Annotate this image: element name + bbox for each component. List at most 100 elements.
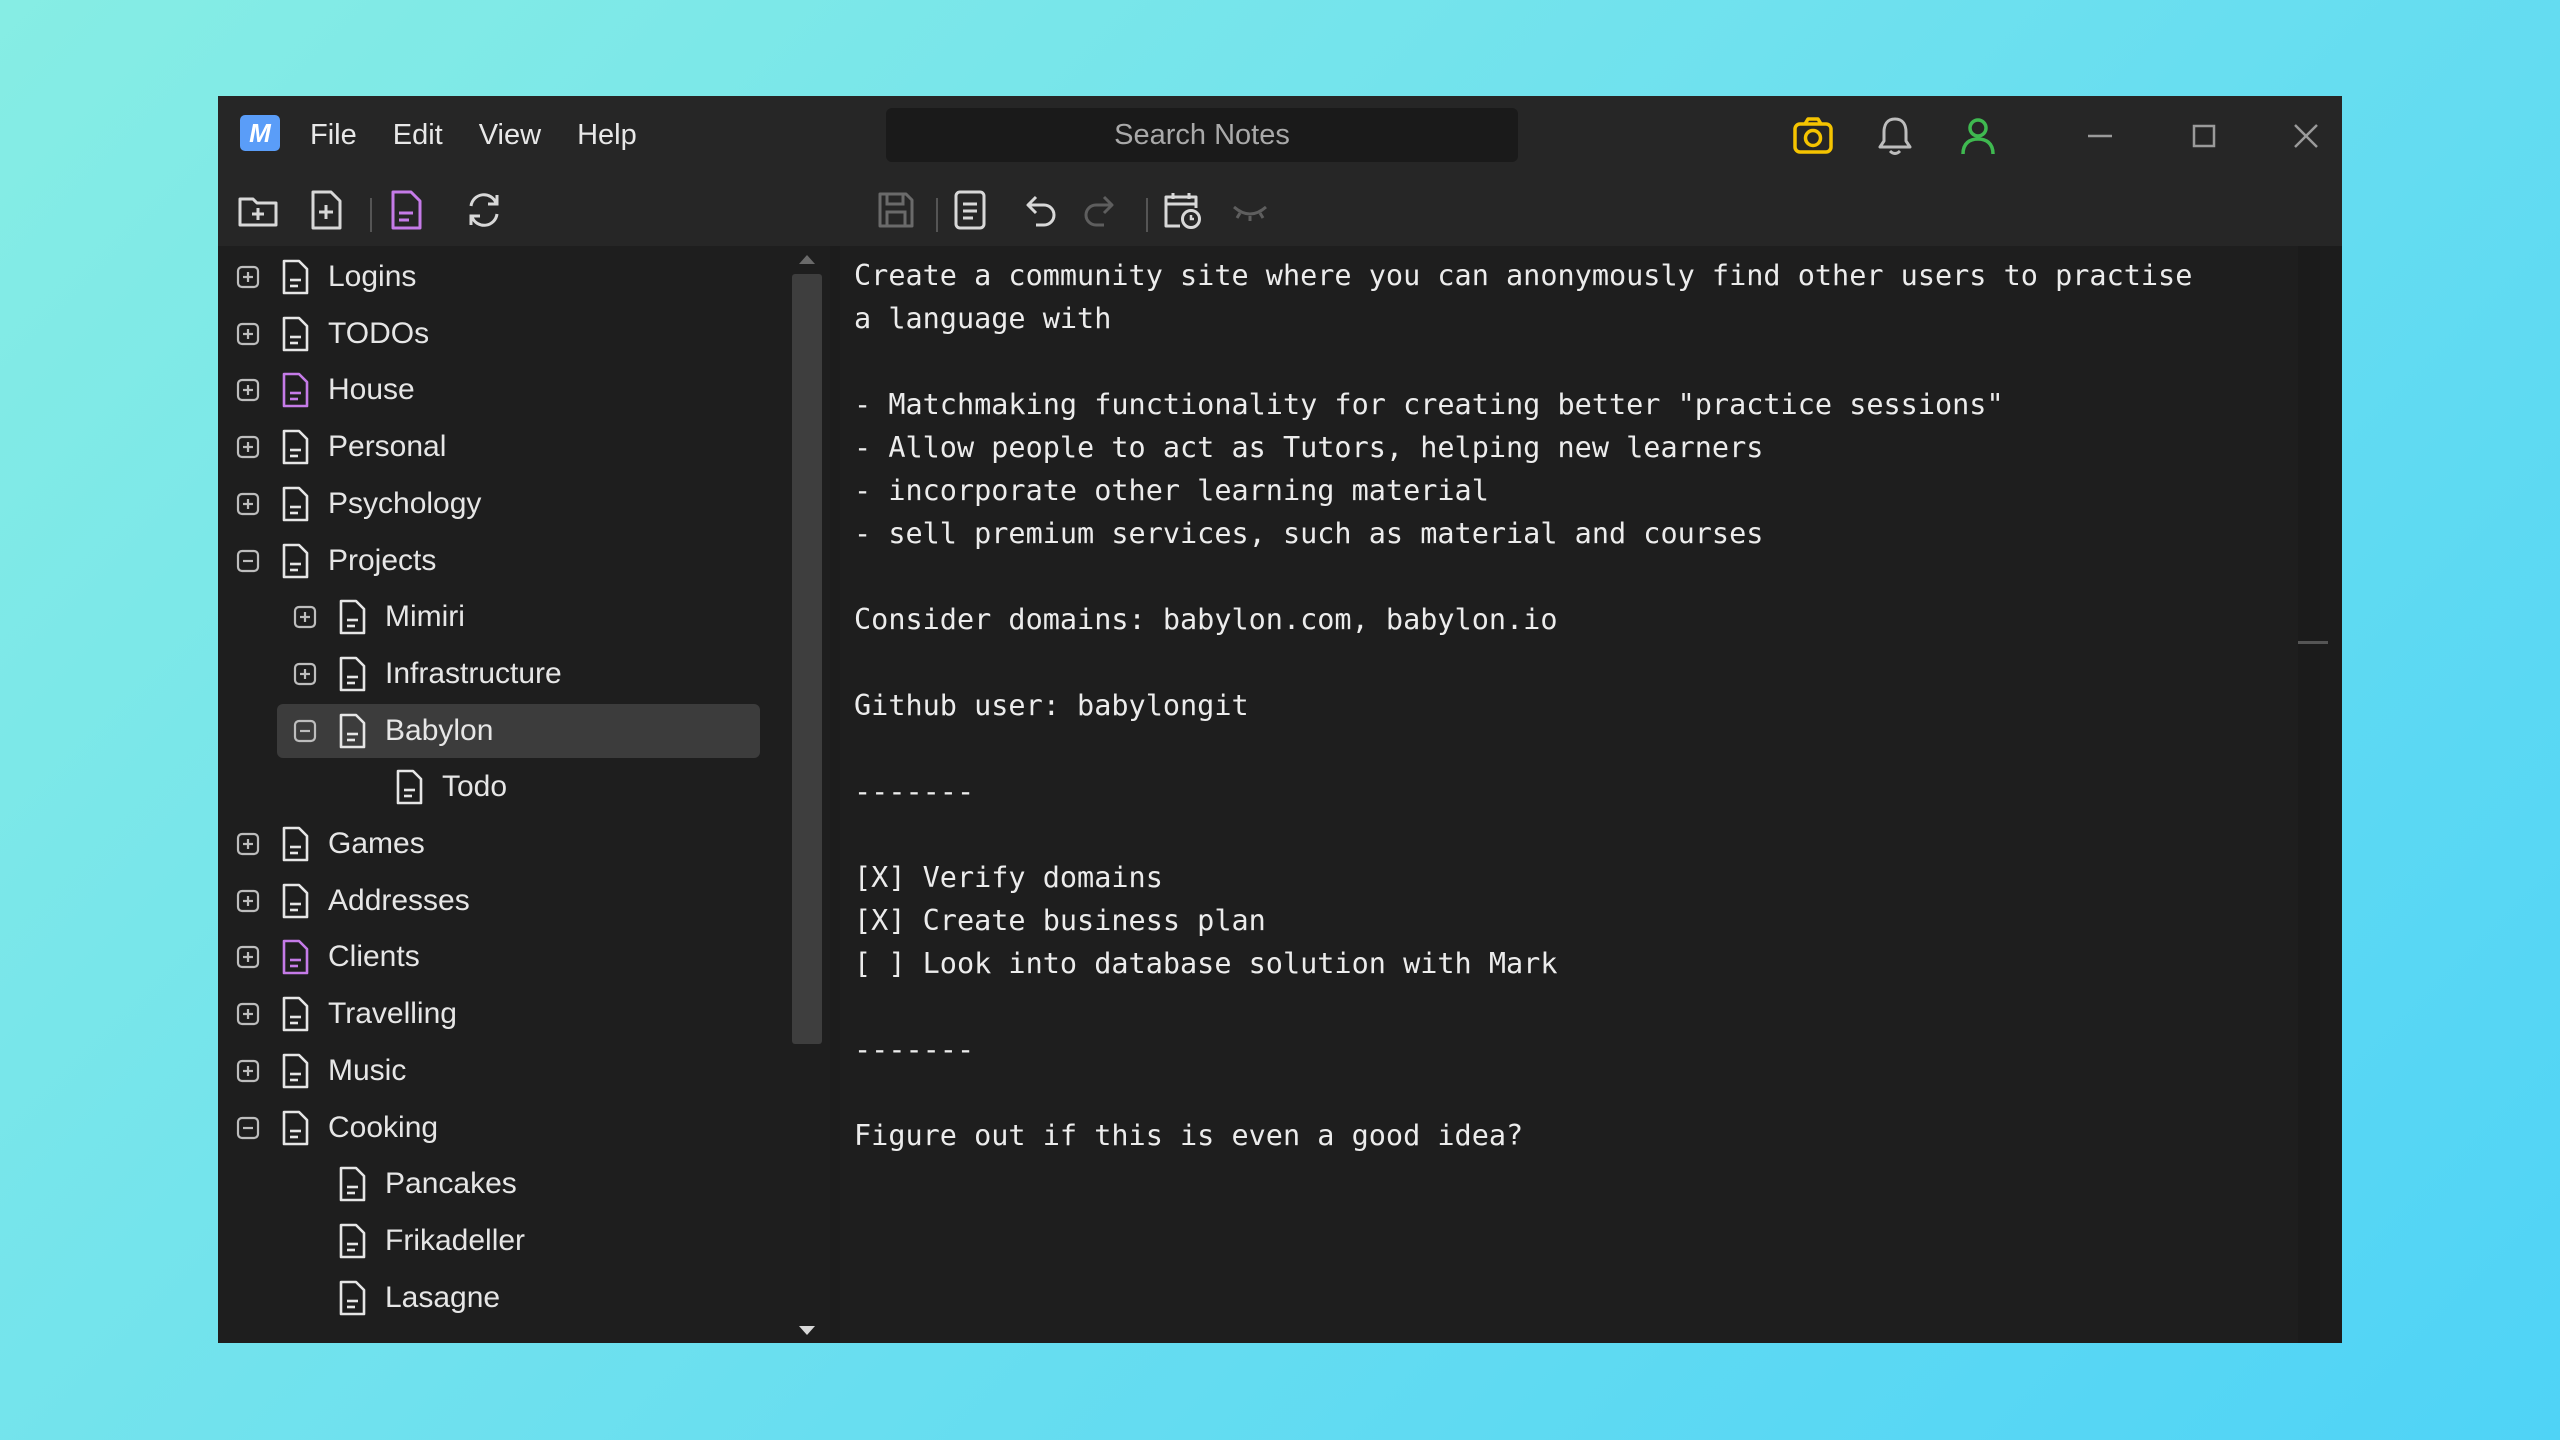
collapse-icon[interactable] xyxy=(236,1116,260,1140)
search-notes-input[interactable]: Search Notes xyxy=(886,108,1518,162)
scroll-down-icon[interactable] xyxy=(797,1324,817,1338)
tree-item-label: Lasagne xyxy=(385,1280,501,1314)
document-icon[interactable] xyxy=(948,188,992,232)
note-icon xyxy=(282,429,309,465)
menu-file[interactable]: File xyxy=(310,119,357,152)
note-icon xyxy=(282,373,309,408)
menu-help[interactable]: Help xyxy=(577,119,637,152)
menu-view[interactable]: View xyxy=(479,119,541,152)
calendar-clock-icon[interactable] xyxy=(1160,188,1204,232)
tree-item-todos[interactable]: TODOs xyxy=(236,307,429,361)
note-icon[interactable] xyxy=(384,188,428,232)
sync-icon[interactable] xyxy=(462,188,506,232)
tree-item-mimiri[interactable]: Mimiri xyxy=(293,590,465,644)
eye-closed-icon[interactable] xyxy=(1228,188,1272,232)
tree-item-lasagne[interactable]: Lasagne xyxy=(293,1271,500,1325)
redo-icon[interactable] xyxy=(1080,188,1124,232)
tree-item-label: Travelling xyxy=(328,997,457,1031)
tree-item-label: Addresses xyxy=(328,883,470,917)
note-icon xyxy=(282,1053,309,1089)
expand-icon[interactable] xyxy=(236,322,260,346)
tree-item-label: Babylon xyxy=(385,713,494,747)
note-icon xyxy=(282,486,309,522)
minimize-icon[interactable] xyxy=(2080,116,2120,156)
expand-icon[interactable] xyxy=(236,492,260,516)
expand-icon[interactable] xyxy=(236,1002,260,1026)
tree-item-logins[interactable]: Logins xyxy=(236,250,416,304)
scroll-up-icon[interactable] xyxy=(797,252,817,266)
expand-icon[interactable] xyxy=(236,378,260,402)
tree-item-games[interactable]: Games xyxy=(236,817,425,871)
tree-item-label: Music xyxy=(328,1053,407,1087)
tree-item-label: Logins xyxy=(328,260,417,293)
note-icon xyxy=(282,940,309,975)
note-icon xyxy=(282,1110,309,1145)
new-folder-icon[interactable] xyxy=(236,188,280,232)
note-icon xyxy=(282,543,309,578)
tree-item-travelling[interactable]: Travelling xyxy=(236,987,457,1041)
collapse-icon[interactable] xyxy=(293,719,317,743)
menu-bar: File Edit View Help xyxy=(310,96,673,174)
tree-item-label: Projects xyxy=(328,543,437,577)
tree-scroll-thumb[interactable] xyxy=(792,274,822,1044)
tree-item-addresses[interactable]: Addresses xyxy=(236,874,470,928)
save-icon[interactable] xyxy=(874,188,918,232)
notes-tree: Logins TODOs House Personal Psychology Projec… xyxy=(218,246,784,1343)
note-icon xyxy=(282,996,309,1032)
toolbar xyxy=(218,174,2342,246)
tree-item-label: Psychology xyxy=(328,486,482,520)
tree-item-house[interactable]: House xyxy=(236,363,415,417)
expand-icon[interactable] xyxy=(236,945,260,969)
toolbar-separator xyxy=(1146,198,1148,232)
tree-item-frikadeller[interactable]: Frikadeller xyxy=(293,1214,525,1268)
tree-item-infrastructure[interactable]: Infrastructure xyxy=(293,647,562,701)
close-icon[interactable] xyxy=(2286,116,2326,156)
note-icon xyxy=(282,316,309,351)
tree-item-babylon[interactable]: Babylon xyxy=(277,703,760,758)
bell-icon[interactable] xyxy=(1872,113,1918,159)
tree-item-psychology[interactable]: Psychology xyxy=(236,477,481,531)
tree-item-projects[interactable]: Projects xyxy=(236,534,436,588)
maximize-icon[interactable] xyxy=(2184,116,2224,156)
camera-icon[interactable] xyxy=(1790,113,1836,159)
expand-icon[interactable] xyxy=(236,1059,260,1083)
expand-icon[interactable] xyxy=(236,265,260,289)
editor-scrollbar[interactable] xyxy=(2298,246,2328,1343)
expand-icon[interactable] xyxy=(293,662,317,686)
toolbar-separator xyxy=(936,198,938,232)
tree-item-pancakes[interactable]: Pancakes xyxy=(293,1157,517,1211)
note-icon xyxy=(282,883,309,918)
tree-item-todo[interactable]: Todo xyxy=(350,760,507,814)
tree-item-label: Mimiri xyxy=(385,600,465,634)
tree-item-label: Clients xyxy=(328,940,420,974)
note-icon xyxy=(339,1280,366,1315)
expand-icon[interactable] xyxy=(236,832,260,856)
menu-edit[interactable]: Edit xyxy=(393,119,443,152)
tree-item-personal[interactable]: Personal xyxy=(236,420,446,474)
note-icon xyxy=(339,599,366,635)
new-note-icon[interactable] xyxy=(304,188,348,232)
expand-icon[interactable] xyxy=(236,435,260,459)
tree-item-label: Frikadeller xyxy=(385,1223,526,1257)
tree-scrollbar[interactable] xyxy=(784,246,830,1343)
expand-icon[interactable] xyxy=(236,889,260,913)
note-icon xyxy=(339,656,366,692)
tree-item-label: House xyxy=(328,373,415,407)
title-bar: M File Edit View Help Search Notes xyxy=(218,96,2342,174)
note-editor[interactable]: Create a community site where you can an… xyxy=(840,246,2328,1343)
note-icon xyxy=(339,1166,366,1202)
collapse-icon[interactable] xyxy=(236,549,260,573)
user-icon[interactable] xyxy=(1955,113,2001,159)
tree-item-label: Personal xyxy=(328,430,447,464)
app-logo: M xyxy=(240,115,280,151)
tree-item-clients[interactable]: Clients xyxy=(236,930,420,984)
tree-item-cooking[interactable]: Cooking xyxy=(236,1101,438,1155)
tree-item-music[interactable]: Music xyxy=(236,1044,406,1098)
note-icon xyxy=(339,713,366,748)
undo-icon[interactable] xyxy=(1016,188,1060,232)
tree-item-label: Infrastructure xyxy=(385,656,562,690)
expand-icon[interactable] xyxy=(293,605,317,629)
editor-scroll-marker xyxy=(2298,641,2328,644)
note-content[interactable]: Create a community site where you can an… xyxy=(854,254,2294,1157)
note-icon xyxy=(396,769,423,805)
